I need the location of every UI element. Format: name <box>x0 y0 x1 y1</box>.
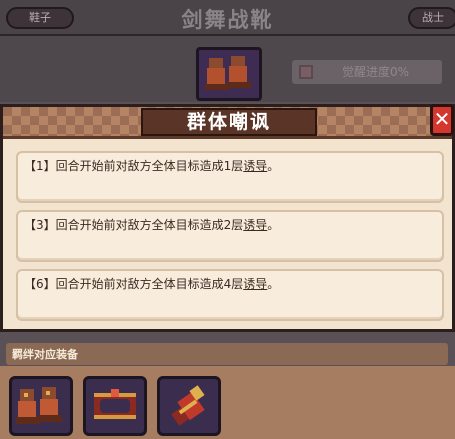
equipment-item-slot[interactable] <box>196 47 262 101</box>
boots-icon <box>16 387 62 424</box>
effect-suffix: 。 <box>267 218 280 232</box>
bond-header: 羁绊对应装备 <box>6 343 448 365</box>
modal-header: 群体嘲讽 <box>3 107 452 139</box>
effect-text: 【3】回合开始前对敌方全体目标造成2层诱导。 <box>24 216 279 233</box>
effect-prefix: 【6】回合开始前对敌方全体目标造成4层 <box>24 277 244 291</box>
effect-text: 【1】回合开始前对敌方全体目标造成1层诱导。 <box>24 157 279 174</box>
boots-icon <box>205 56 251 90</box>
keyword-link[interactable]: 诱导 <box>243 277 267 291</box>
glove-icon <box>171 385 205 426</box>
close-icon: ✕ <box>433 107 451 131</box>
class-tag: 战士 <box>408 7 455 29</box>
close-button[interactable]: ✕ <box>430 104 454 136</box>
crown-icon <box>94 389 136 419</box>
modal-title: 群体嘲讽 <box>186 111 271 133</box>
effect-text: 【6】回合开始前对敌方全体目标造成4层诱导。 <box>24 275 279 292</box>
awaken-label: 觉醒进度0% <box>342 65 410 79</box>
bond-item-slot[interactable] <box>83 376 147 436</box>
bond-item-slot[interactable] <box>9 376 73 436</box>
bond-item-slot[interactable] <box>157 376 221 436</box>
bond-title: 羁绊对应装备 <box>12 348 78 361</box>
effect-row: 【3】回合开始前对敌方全体目标造成2层诱导。 <box>16 210 444 262</box>
title-plate: 群体嘲讽 <box>141 108 317 136</box>
awaken-icon <box>299 65 313 79</box>
keyword-link[interactable]: 诱导 <box>243 218 267 232</box>
effect-suffix: 。 <box>267 277 280 291</box>
skill-detail-modal: 群体嘲讽 【1】回合开始前对敌方全体目标造成1层诱导。 【3】回合开始前对敌方全… <box>0 104 455 332</box>
effect-suffix: 。 <box>267 159 280 173</box>
effect-prefix: 【3】回合开始前对敌方全体目标造成2层 <box>24 218 244 232</box>
keyword-link[interactable]: 诱导 <box>243 159 267 173</box>
awaken-progress: 觉醒进度0% <box>292 60 442 84</box>
slot-type-tag: 鞋子 <box>6 7 74 29</box>
effect-prefix: 【1】回合开始前对敌方全体目标造成1层 <box>24 159 244 173</box>
effect-row: 【1】回合开始前对敌方全体目标造成1层诱导。 <box>16 151 444 203</box>
effect-row: 【6】回合开始前对敌方全体目标造成4层诱导。 <box>16 269 444 321</box>
